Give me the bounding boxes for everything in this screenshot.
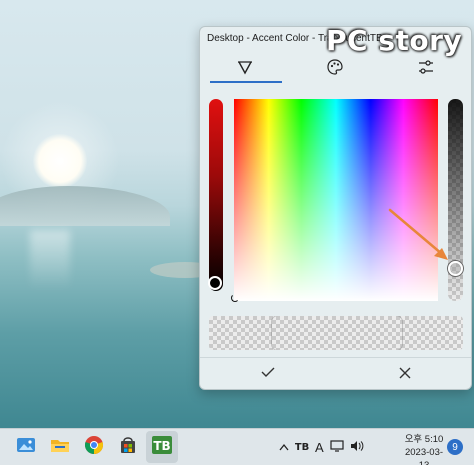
taskbar-app-translucenttb[interactable]: TB [146, 431, 178, 463]
spectrum-cursor[interactable] [231, 294, 239, 302]
selected-tab-indicator [210, 81, 282, 83]
sea-glare [30, 230, 70, 290]
taskbar-clock[interactable]: 오후 5:10 2023-03-13 [404, 433, 444, 465]
taskbar-app-chrome[interactable] [78, 431, 110, 463]
network-icon[interactable] [330, 440, 344, 455]
clock-time: 오후 5:10 [404, 434, 444, 445]
close-icon [399, 366, 411, 384]
system-tray: TB A [279, 429, 364, 465]
tab-color-picker[interactable] [200, 49, 290, 89]
translucenttb-tray-icon[interactable]: TB [295, 440, 309, 455]
sliders-icon [417, 59, 435, 80]
current-color-preview [272, 316, 402, 350]
photos-icon [16, 436, 36, 459]
watermark: PC story [326, 24, 463, 57]
color-preview-bar [209, 316, 463, 350]
svg-text:TB: TB [153, 439, 170, 453]
cancel-button[interactable] [337, 358, 472, 389]
taskbar-app-photos[interactable] [10, 431, 42, 463]
taskbar-app-store[interactable] [112, 431, 144, 463]
taskbar-app-file-explorer[interactable] [44, 431, 76, 463]
ime-indicator[interactable]: A [315, 440, 324, 455]
sun [33, 134, 87, 188]
notification-badge[interactable]: 9 [447, 439, 463, 455]
translucenttb-icon: TB [151, 435, 173, 460]
palette-icon [326, 58, 344, 81]
color-spectrum[interactable] [234, 99, 438, 301]
clock-date: 2023-03-13 [404, 447, 444, 465]
taskbar: TB TB A 오후 5:10 2023-03-13 9 [0, 428, 474, 465]
file-explorer-icon [50, 436, 70, 459]
chrome-icon [84, 435, 104, 460]
svg-text:TB: TB [295, 442, 309, 452]
color-picker-icon [237, 59, 253, 80]
hue-slider-knob[interactable] [208, 276, 222, 290]
checkmark-icon [260, 365, 276, 384]
ok-button[interactable] [200, 358, 337, 389]
hill [0, 186, 170, 226]
annotation-arrow [388, 208, 448, 260]
hue-slider[interactable] [209, 99, 223, 291]
volume-icon[interactable] [350, 440, 364, 455]
chevron-up-icon[interactable] [279, 442, 289, 454]
store-icon [118, 435, 138, 460]
dialog-footer [200, 357, 472, 389]
